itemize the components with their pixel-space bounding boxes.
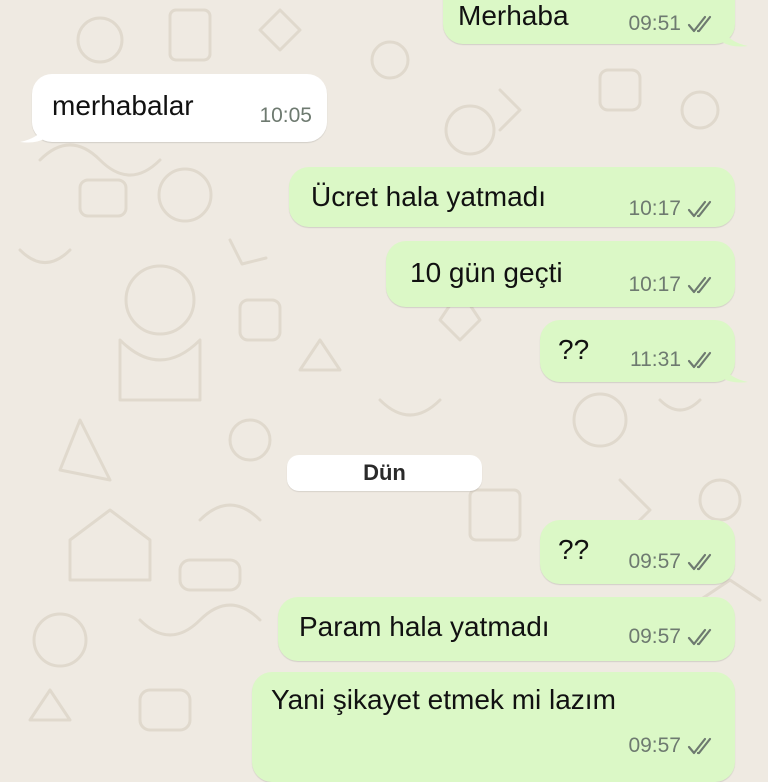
message-bubble-outgoing[interactable]: ?? 09:57 [540, 520, 735, 584]
double-check-icon [687, 15, 712, 33]
message-text: Yani şikayet etmek mi lazım [271, 684, 616, 715]
message-bubble-incoming[interactable]: merhabalar 10:05 [32, 74, 327, 142]
message-time: 10:17 [628, 273, 681, 296]
message-bubble-outgoing[interactable]: Yani şikayet etmek mi lazım 09:57 [252, 672, 735, 782]
message-text: 10 gün geçti [410, 257, 563, 288]
message-meta: 10:17 [628, 273, 717, 297]
message-text: Ücret hala yatmadı [311, 181, 546, 212]
message-meta: 09:57 [628, 625, 717, 649]
double-check-icon [687, 351, 712, 369]
message-meta: 09:57 [628, 734, 717, 758]
double-check-icon [687, 200, 712, 218]
message-text: Merhaba [458, 0, 569, 31]
message-meta: 09:51 [628, 12, 717, 36]
message-text: ?? [558, 334, 590, 365]
message-time: 09:51 [628, 12, 681, 35]
double-check-icon [687, 276, 712, 294]
bubble-tail [722, 28, 748, 47]
date-divider: Dün [287, 455, 482, 491]
message-time: 10:05 [259, 104, 312, 127]
double-check-icon [687, 737, 712, 755]
double-check-icon [687, 553, 712, 571]
message-bubble-outgoing[interactable]: Ücret hala yatmadı 10:17 [289, 167, 735, 227]
message-text: ?? [558, 534, 590, 565]
message-bubble-outgoing[interactable]: ?? 11:31 [540, 320, 735, 382]
message-text: merhabalar [52, 90, 194, 121]
message-bubble-outgoing[interactable]: Merhaba 09:51 [443, 0, 735, 44]
message-bubble-outgoing[interactable]: 10 gün geçti 10:17 [386, 241, 735, 307]
message-bubble-outgoing[interactable]: Param hala yatmadı 09:57 [278, 597, 735, 661]
message-time: 11:31 [630, 348, 681, 371]
message-meta: 09:57 [628, 550, 717, 574]
message-text: Param hala yatmadı [299, 611, 550, 642]
message-time: 09:57 [628, 625, 681, 648]
message-time: 10:17 [628, 197, 681, 220]
message-meta: 11:31 [630, 348, 717, 372]
message-time: 09:57 [628, 734, 681, 757]
bubble-tail [20, 124, 46, 143]
message-meta: 10:17 [628, 197, 717, 221]
message-meta: 10:05 [259, 104, 312, 128]
double-check-icon [687, 628, 712, 646]
bubble-tail [722, 364, 748, 383]
message-time: 09:57 [628, 550, 681, 573]
